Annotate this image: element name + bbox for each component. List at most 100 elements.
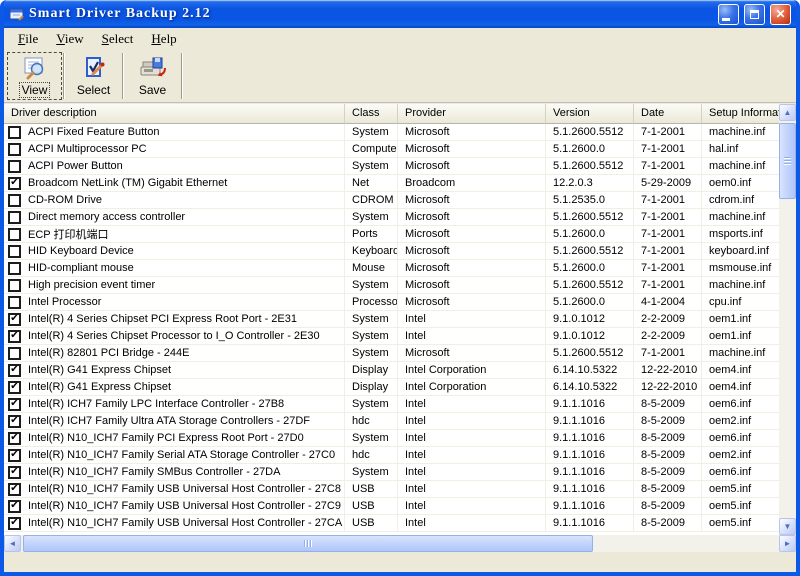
scroll-left-button[interactable]: ◄ [4,535,21,552]
table-row[interactable]: ✔Intel(R) N10_ICH7 Family USB Universal … [4,481,779,498]
row-checkbox-unchecked[interactable] [8,194,21,207]
close-button[interactable]: ✕ [770,4,791,25]
row-checkbox-unchecked[interactable] [8,143,21,156]
horizontal-scroll-thumb[interactable] [23,535,593,552]
table-row[interactable]: ✔Intel(R) G41 Express ChipsetDisplayInte… [4,379,779,396]
column-header-version[interactable]: Version [546,104,634,124]
cell-provider: Microsoft [398,192,546,209]
table-row[interactable]: Intel(R) 82801 PCI Bridge - 244ESystemMi… [4,345,779,362]
row-checkbox-unchecked[interactable] [8,262,21,275]
row-checkbox-unchecked[interactable] [8,296,21,309]
row-checkbox-checked[interactable]: ✔ [8,500,21,513]
driver-description-text: ACPI Power Button [28,160,123,172]
window-title: Smart Driver Backup 2.12 [29,6,713,22]
select-button[interactable]: Select [66,52,121,100]
row-checkbox-unchecked[interactable] [8,245,21,258]
table-row[interactable]: Intel ProcessorProcessorMicrosoft5.1.260… [4,294,779,311]
cell-version: 6.14.10.5322 [546,362,634,379]
menu-bar: FileViewSelectHelp [4,28,796,50]
column-header-provider[interactable]: Provider [398,104,546,124]
row-checkbox-unchecked[interactable] [8,211,21,224]
cell-date: 8-5-2009 [634,464,702,481]
table-row[interactable]: ✔Intel(R) N10_ICH7 Family SMBus Controll… [4,464,779,481]
table-row[interactable]: ✔Intel(R) N10_ICH7 Family USB Universal … [4,498,779,515]
maximize-button[interactable] [744,4,765,25]
menu-item-select[interactable]: Select [93,29,143,50]
table-row[interactable]: High precision event timerSystemMicrosof… [4,277,779,294]
cell-description: Direct memory access controller [4,209,345,226]
row-checkbox-checked[interactable]: ✔ [8,313,21,326]
cell-version: 5.1.2600.5512 [546,158,634,175]
row-checkbox-checked[interactable]: ✔ [8,517,21,530]
driver-description-text: Intel(R) 82801 PCI Bridge - 244E [28,347,189,359]
row-checkbox-checked[interactable]: ✔ [8,398,21,411]
table-row[interactable]: HID Keyboard DeviceKeyboardMicrosoft5.1.… [4,243,779,260]
row-checkbox-checked[interactable]: ✔ [8,449,21,462]
row-checkbox-checked[interactable]: ✔ [8,432,21,445]
cell-version: 9.1.1.1016 [546,464,634,481]
menu-item-file[interactable]: File [9,29,47,50]
scroll-down-button[interactable]: ▼ [779,518,796,535]
scroll-up-button[interactable]: ▲ [779,104,796,121]
cell-class: Display [345,362,398,379]
table-row[interactable]: ECP 打印机端口PortsMicrosoft5.1.2600.07-1-200… [4,226,779,243]
minimize-button[interactable] [718,4,739,25]
row-checkbox-unchecked[interactable] [8,228,21,241]
cell-date: 7-1-2001 [634,192,702,209]
table-row[interactable]: ACPI Multiprocessor PCComputerMicrosoft5… [4,141,779,158]
row-checkbox-checked[interactable]: ✔ [8,483,21,496]
scroll-right-button[interactable]: ► [779,535,796,552]
row-checkbox-checked[interactable]: ✔ [8,381,21,394]
column-header-inf[interactable]: Setup Information [702,104,779,124]
title-bar[interactable]: Smart Driver Backup 2.12 ✕ [4,0,796,28]
table-row[interactable]: ✔Intel(R) G41 Express ChipsetDisplayInte… [4,362,779,379]
table-row[interactable]: CD-ROM DriveCDROMMicrosoft5.1.2535.07-1-… [4,192,779,209]
vertical-scroll-thumb[interactable] [779,123,796,199]
driver-description-text: Intel(R) G41 Express Chipset [28,381,171,393]
table-row[interactable]: ✔Intel(R) N10_ICH7 Family PCI Express Ro… [4,430,779,447]
row-checkbox-checked[interactable]: ✔ [8,177,21,190]
driver-description-text: Intel(R) G41 Express Chipset [28,364,171,376]
table-row[interactable]: ✔Intel(R) 4 Series Chipset Processor to … [4,328,779,345]
cell-inf: machine.inf [702,209,779,226]
view-button[interactable]: View [7,52,62,100]
column-header-description[interactable]: Driver description [4,104,345,124]
row-checkbox-checked[interactable]: ✔ [8,364,21,377]
table-row[interactable]: ✔Intel(R) ICH7 Family Ultra ATA Storage … [4,413,779,430]
save-button[interactable]: Save [125,52,180,100]
menu-item-view[interactable]: View [47,29,92,50]
table-row[interactable]: ✔Intel(R) 4 Series Chipset PCI Express R… [4,311,779,328]
cell-class: System [345,277,398,294]
table-row[interactable]: ✔Broadcom NetLink (TM) Gigabit EthernetN… [4,175,779,192]
cell-class: CDROM [345,192,398,209]
table-row[interactable]: Direct memory access controllerSystemMic… [4,209,779,226]
row-checkbox-checked[interactable]: ✔ [8,466,21,479]
toolbar-separator [63,53,65,99]
table-row[interactable]: ACPI Fixed Feature ButtonSystemMicrosoft… [4,124,779,141]
cell-provider: Intel [398,396,546,413]
column-header-class[interactable]: Class [345,104,398,124]
row-checkbox-unchecked[interactable] [8,279,21,292]
menu-item-help[interactable]: Help [142,29,185,50]
cell-inf: msports.inf [702,226,779,243]
table-row[interactable]: ✔Intel(R) N10_ICH7 Family Serial ATA Sto… [4,447,779,464]
column-header-date[interactable]: Date [634,104,702,124]
cell-description: ✔Intel(R) N10_ICH7 Family USB Universal … [4,481,345,498]
row-checkbox-unchecked[interactable] [8,126,21,139]
table-row[interactable]: ✔Intel(R) ICH7 Family LPC Interface Cont… [4,396,779,413]
cell-provider: Intel [398,481,546,498]
table-row[interactable]: ✔Intel(R) N10_ICH7 Family USB Universal … [4,515,779,532]
row-checkbox-unchecked[interactable] [8,347,21,360]
vertical-scrollbar[interactable]: ▲ ▼ [779,104,796,535]
row-checkbox-unchecked[interactable] [8,160,21,173]
row-checkbox-checked[interactable]: ✔ [8,415,21,428]
cell-description: ACPI Multiprocessor PC [4,141,345,158]
horizontal-scrollbar[interactable]: ◄ ► [4,535,796,552]
table-row[interactable]: HID-compliant mouseMouseMicrosoft5.1.260… [4,260,779,277]
cell-date: 8-5-2009 [634,498,702,515]
row-checkbox-checked[interactable]: ✔ [8,330,21,343]
cell-provider: Intel [398,311,546,328]
cell-version: 5.1.2600.0 [546,260,634,277]
table-row[interactable]: ACPI Power ButtonSystemMicrosoft5.1.2600… [4,158,779,175]
cell-version: 9.1.0.1012 [546,328,634,345]
